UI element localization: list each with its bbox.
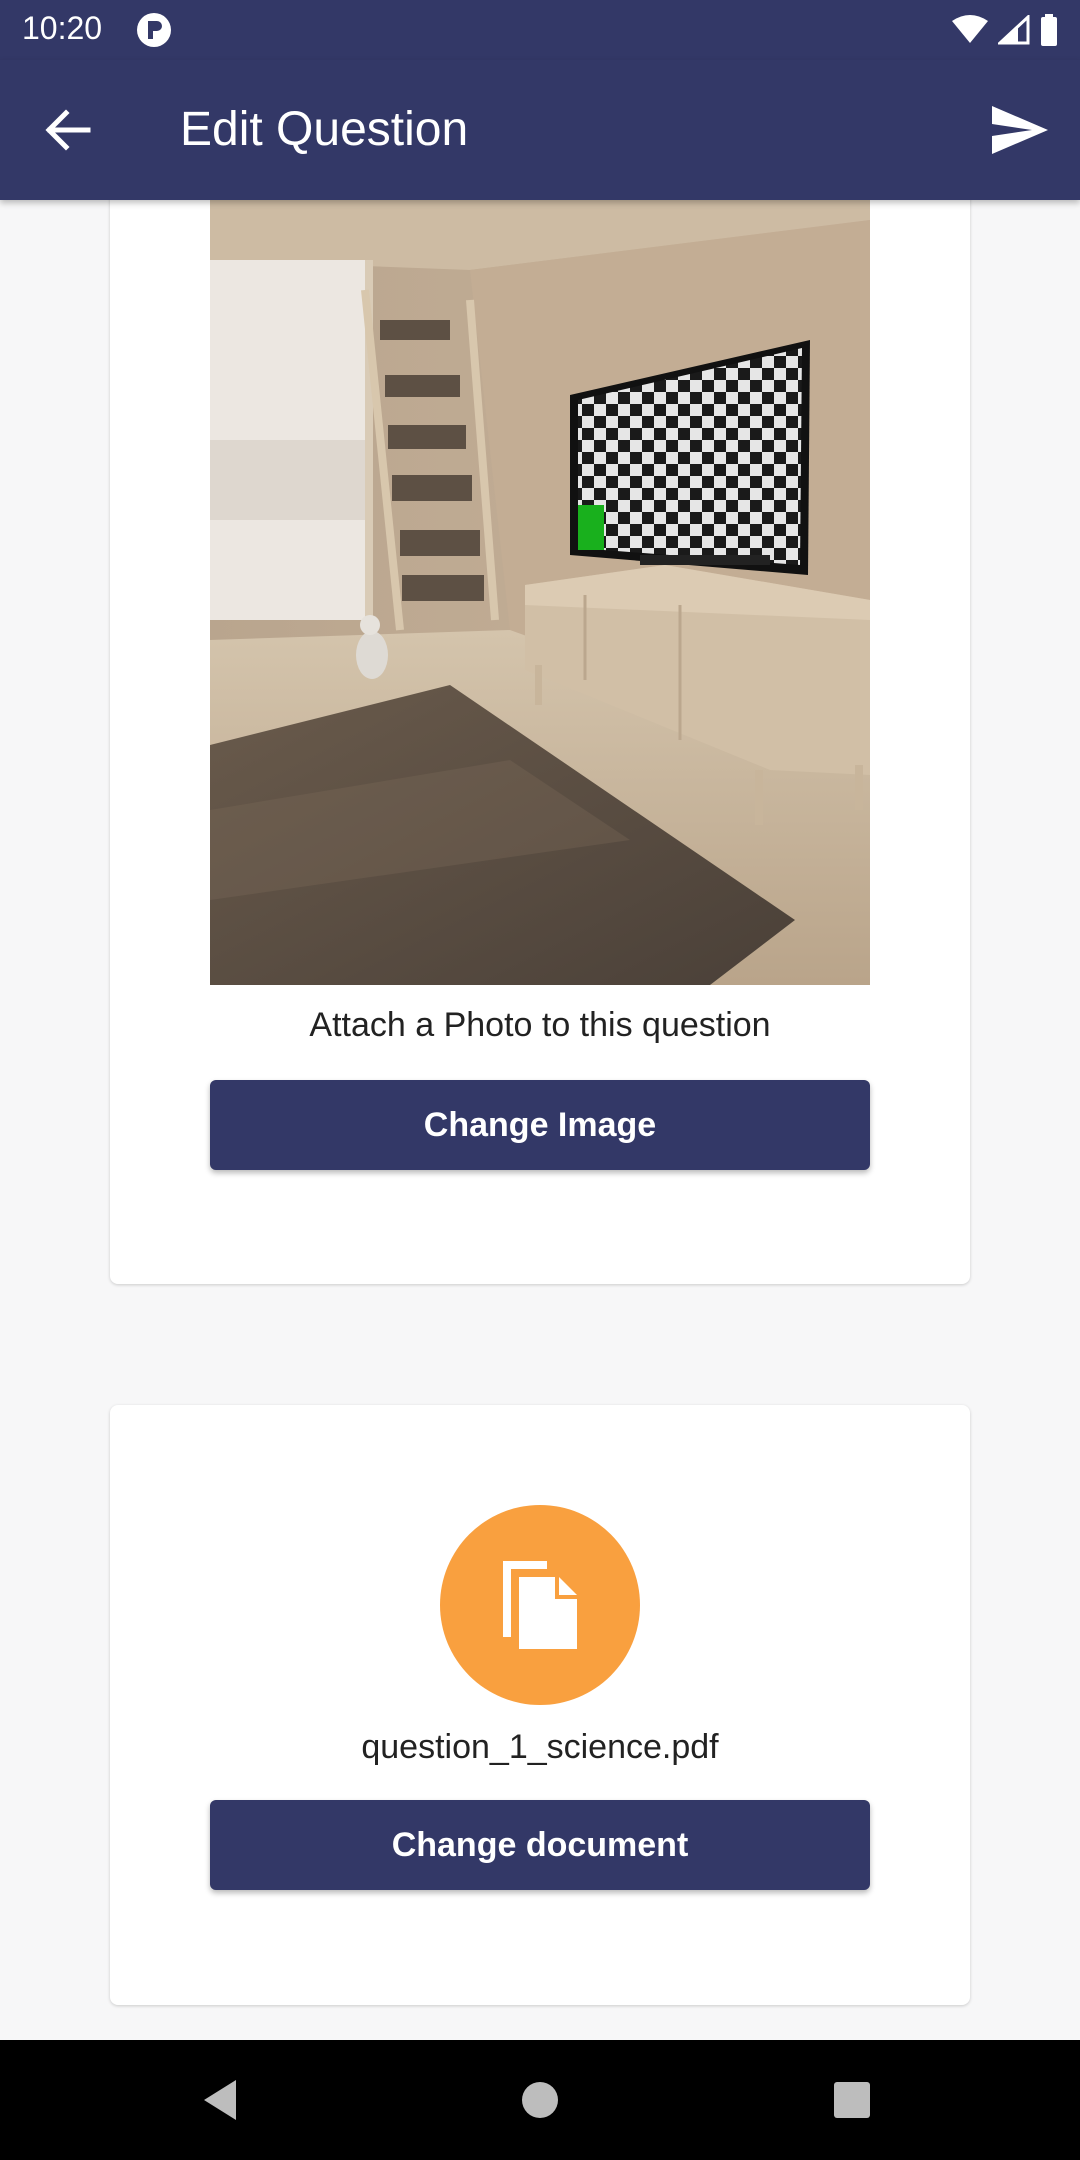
send-icon[interactable]	[988, 98, 1052, 162]
question-photo	[210, 200, 870, 985]
status-time: 10:20	[22, 10, 103, 46]
change-image-button[interactable]: Change Image	[210, 1080, 870, 1170]
photo-caption: Attach a Photo to this question	[309, 1006, 771, 1044]
nav-back-icon[interactable]	[200, 2078, 240, 2122]
content-scroll[interactable]: Attach a Photo to this question Change I…	[0, 200, 1080, 2040]
signal-icon	[998, 15, 1030, 45]
battery-icon	[1041, 14, 1057, 46]
wifi-icon	[952, 15, 988, 43]
nav-recents-icon[interactable]	[834, 2082, 870, 2118]
status-bar: 10:20	[0, 0, 1080, 60]
file-copy-icon	[503, 1561, 577, 1649]
app-notification-icon	[137, 13, 171, 47]
app-bar: Edit Question	[0, 60, 1080, 200]
nav-home-icon[interactable]	[522, 2082, 558, 2118]
image-card: Attach a Photo to this question Change I…	[110, 200, 970, 1284]
arrow-back-icon[interactable]	[38, 100, 98, 160]
change-document-button[interactable]: Change document	[210, 1800, 870, 1890]
document-avatar	[440, 1505, 640, 1705]
page-title: Edit Question	[180, 103, 469, 156]
document-file-name: question_1_science.pdf	[361, 1728, 719, 1766]
system-nav-bar	[0, 2040, 1080, 2160]
document-card: question_1_science.pdf Change document	[110, 1405, 970, 2005]
